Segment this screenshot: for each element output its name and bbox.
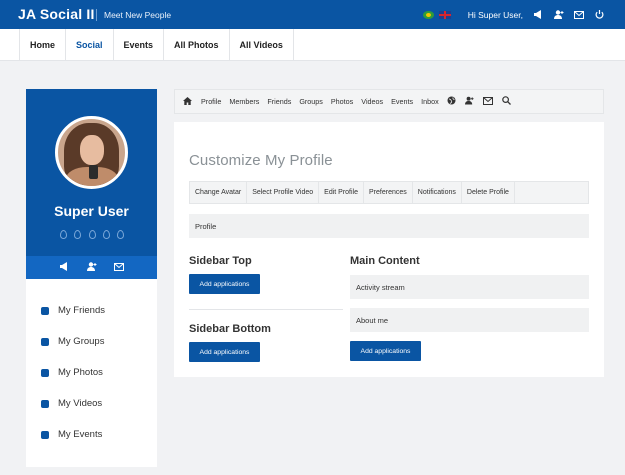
sidebar-item-my-groups[interactable]: My Groups [26,326,157,357]
sidebar-item-my-videos[interactable]: My Videos [26,388,157,419]
tab-edit-profile[interactable]: Edit Profile [319,182,365,203]
add-friend-icon[interactable] [86,262,97,273]
profile-tabs: Change Avatar Select Profile Video Edit … [189,181,589,204]
page-title: Customize My Profile [189,152,333,169]
envelope-icon[interactable] [113,262,124,273]
profile-username[interactable]: Super User [26,203,157,219]
site-tagline: Meet New People [104,10,172,20]
add-friend-icon[interactable] [464,96,474,107]
main-slot-about-me[interactable]: About me [350,308,589,332]
add-applications-sidebar-top-button[interactable]: Add applications [189,274,260,294]
main-content-heading: Main Content [350,255,420,267]
messages-envelope-icon[interactable] [569,0,589,29]
friends-icon [41,306,49,315]
photos-icon [41,368,49,377]
globe-icon[interactable] [447,96,456,107]
sidebar-item-label: My Photos [58,367,103,378]
toolbar-groups[interactable]: Groups [299,97,323,106]
toolbar-events[interactable]: Events [391,97,413,106]
user-greeting[interactable]: Hi Super User, [468,10,523,20]
profile-section-bar: Profile [189,214,589,238]
toolbar-videos[interactable]: Videos [361,97,383,106]
notifications-megaphone-icon[interactable] [529,0,549,29]
badge-icon [88,230,96,239]
tab-preferences[interactable]: Preferences [364,182,413,203]
profile-sidebar: Super User My Friends My Groups My Photo… [26,89,157,467]
nav-item-all-photos[interactable]: All Photos [164,29,230,61]
main-navigation: Home Social Events All Photos All Videos [0,29,625,61]
language-flag-brazil-icon[interactable] [422,10,434,19]
nav-item-social[interactable]: Social [66,29,114,61]
envelope-icon[interactable] [482,96,493,107]
language-flag-uk-icon[interactable] [438,10,451,19]
tab-delete-profile[interactable]: Delete Profile [462,182,515,203]
sidebar-item-my-events[interactable]: My Events [26,419,157,450]
events-icon [41,430,49,439]
brand-separator [96,9,97,21]
profile-actions [26,256,157,279]
toolbar-profile[interactable]: Profile [201,97,221,106]
home-icon[interactable] [183,96,192,107]
nav-item-home[interactable]: Home [20,29,67,61]
badge-icon [60,230,67,239]
groups-icon [41,337,49,346]
logout-power-icon[interactable] [589,0,609,29]
main-slot-activity-stream[interactable]: Activity stream [350,275,589,299]
search-icon[interactable] [501,96,511,107]
profile-header: Super User [26,89,157,256]
megaphone-icon[interactable] [59,262,70,273]
videos-icon [41,399,49,408]
sidebar-item-label: My Friends [58,305,105,316]
toolbar-members[interactable]: Members [229,97,259,106]
top-bar: JA Social II Meet New People Hi Super Us… [0,0,625,29]
badge-icon [117,230,124,239]
toolbar-inbox[interactable]: Inbox [421,97,439,106]
site-logo[interactable]: JA Social II [18,6,95,22]
customize-profile-panel: Customize My Profile Change Avatar Selec… [174,122,604,377]
tab-notifications[interactable]: Notifications [413,182,462,203]
toolbar-friends[interactable]: Friends [267,97,291,106]
sidebar-item-label: My Groups [58,336,105,347]
sidebar-item-label: My Videos [58,398,103,409]
sidebar-links: My Friends My Groups My Photos My Videos… [26,295,157,450]
nav-item-events[interactable]: Events [114,29,165,61]
badges-row [60,230,124,239]
badge-icon [74,230,82,239]
tab-change-avatar[interactable]: Change Avatar [190,182,248,203]
top-right-tools: Hi Super User, [422,0,625,29]
badge-icon [102,230,110,239]
section-divider [189,309,343,310]
social-toolbar: Profile Members Friends Groups Photos Vi… [174,89,604,114]
sidebar-item-label: My Events [58,429,103,440]
sidebar-item-my-photos[interactable]: My Photos [26,357,157,388]
tab-select-profile-video[interactable]: Select Profile Video [247,182,320,203]
nav-item-all-videos[interactable]: All Videos [230,29,294,61]
sidebar-top-heading: Sidebar Top [189,255,252,267]
add-applications-sidebar-bottom-button[interactable]: Add applications [189,342,260,362]
sidebar-item-my-friends[interactable]: My Friends [26,295,157,326]
friend-requests-icon[interactable] [549,0,569,29]
sidebar-bottom-heading: Sidebar Bottom [189,323,271,335]
toolbar-photos[interactable]: Photos [331,97,353,106]
add-applications-main-content-button[interactable]: Add applications [350,341,421,361]
avatar[interactable] [55,116,128,189]
